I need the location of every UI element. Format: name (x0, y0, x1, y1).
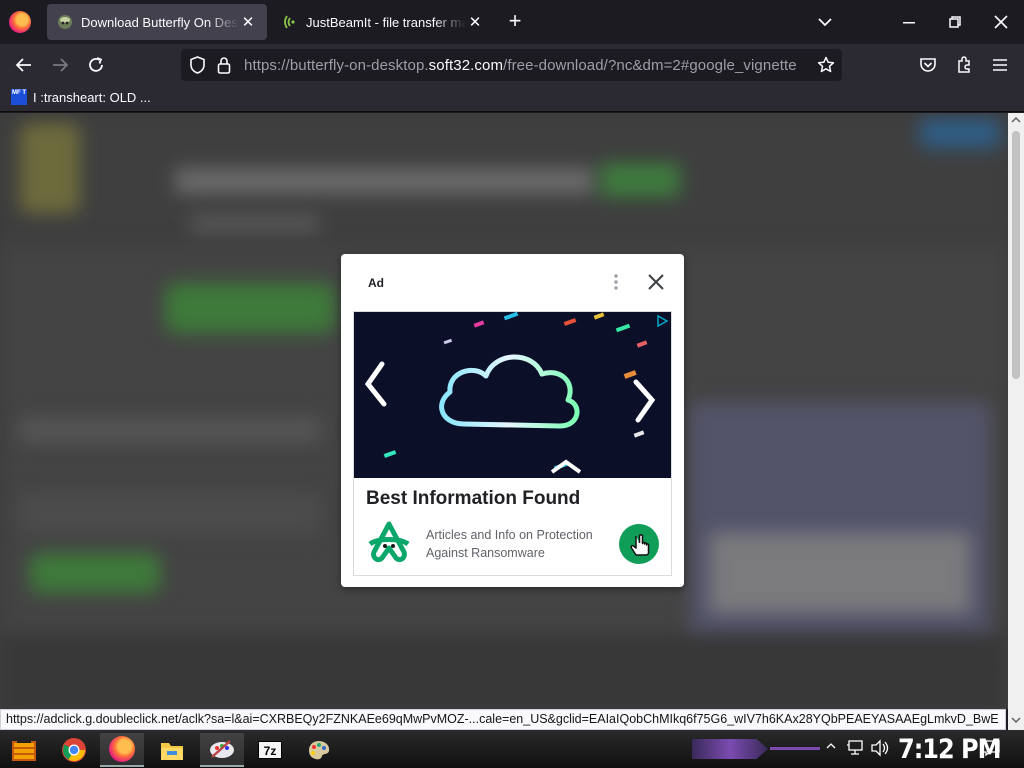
list-all-tabs-icon[interactable] (815, 12, 835, 32)
volume-icon[interactable] (870, 739, 890, 762)
ad-label: Ad (368, 276, 384, 290)
tab-close-icon[interactable]: ✕ (466, 13, 484, 31)
bookmark-star-icon[interactable] (817, 56, 835, 79)
url-suffix: /free-download/?nc&dm=2#google_vignette (503, 57, 797, 74)
7zip-icon[interactable]: 7z (248, 733, 292, 767)
ad-options-menu-icon[interactable] (610, 273, 622, 291)
url-host: soft32.com (428, 57, 504, 74)
tab-close-icon[interactable]: ✕ (239, 13, 257, 31)
ad-headline[interactable]: Best Information Found (366, 488, 580, 510)
show-hidden-icons-icon[interactable] (826, 740, 836, 754)
tab-title: Download Butterfly On Desktop (81, 14, 239, 30)
minimize-icon[interactable] (886, 0, 932, 44)
scroll-down-icon[interactable] (1011, 716, 1021, 724)
page-scrollbar[interactable] (1008, 113, 1024, 730)
bookmark-label: I :transheart: OLD ... (33, 89, 151, 105)
url-bar[interactable]: https://butterfly-on-desktop.soft32.com/… (181, 49, 842, 81)
adchoices-icon[interactable] (655, 314, 669, 333)
butterfly-favicon-icon (57, 14, 73, 30)
app-menu-icon[interactable] (986, 51, 1014, 79)
extensions-icon[interactable] (950, 51, 978, 79)
ad-close-icon[interactable] (645, 271, 667, 293)
justbeamit-favicon-icon (282, 14, 298, 30)
bookmarks-toolbar: MF T I :transheart: OLD ... (0, 86, 1024, 112)
ad-vignette-dialog: Ad Best Information Found Articles and I… (341, 254, 684, 587)
tab-butterfly[interactable]: Download Butterfly On Desktop ✕ (47, 4, 267, 40)
bookmark-item[interactable]: MF T I :transheart: OLD ... (11, 89, 151, 105)
paint-app-icon[interactable] (200, 733, 244, 767)
url-text[interactable]: https://butterfly-on-desktop.soft32.com/… (244, 57, 797, 74)
navigation-toolbar: https://butterfly-on-desktop.soft32.com/… (0, 44, 1024, 86)
tab-title: JustBeamIt - file transfer made easy (306, 14, 466, 30)
palette-icon[interactable] (296, 733, 340, 767)
taskbar-decoration-line (770, 747, 820, 750)
notifications-icon[interactable] (982, 739, 1000, 762)
url-prefix: https://butterfly-on-desktop. (244, 57, 429, 74)
new-tab-icon[interactable]: + (504, 10, 526, 32)
cloud-neon-ad-image[interactable] (354, 312, 671, 478)
bookmark-favicon-icon: MF T (11, 89, 27, 105)
taskbar-decoration (692, 739, 768, 759)
ad-creative[interactable]: Best Information Found Articles and Info… (353, 311, 672, 576)
tab-justbeamit[interactable]: JustBeamIt - file transfer made easy ✕ (272, 4, 494, 40)
scroll-thumb[interactable] (1012, 131, 1020, 379)
network-icon[interactable] (846, 739, 864, 762)
lock-icon[interactable] (217, 56, 231, 79)
back-icon[interactable] (10, 51, 38, 79)
ad-description[interactable]: Articles and Info on Protection Against … (426, 526, 606, 562)
file-explorer-icon[interactable] (150, 733, 194, 767)
status-link-url: https://adclick.g.doubleclick.net/aclk?s… (0, 709, 1006, 730)
firefox-menu-icon[interactable] (9, 11, 31, 33)
ad-cta-button[interactable] (619, 524, 659, 564)
windows-taskbar: 7z 7:12 PM (0, 730, 1024, 768)
ad-logo-icon[interactable] (364, 518, 414, 568)
pocket-icon[interactable] (914, 51, 942, 79)
chrome-icon[interactable] (52, 733, 96, 767)
tab-strip: Download Butterfly On Desktop ✕ JustBeam… (0, 0, 1024, 44)
scroll-up-icon[interactable] (1011, 116, 1021, 124)
firefox-icon[interactable] (100, 733, 144, 767)
restore-icon[interactable] (932, 0, 978, 44)
start-icon[interactable] (2, 733, 46, 767)
tracking-protection-shield-icon[interactable] (189, 56, 206, 79)
close-window-icon[interactable] (978, 0, 1024, 44)
pointer-hand-icon (630, 534, 650, 556)
reload-icon[interactable] (82, 51, 110, 79)
forward-icon[interactable] (46, 51, 74, 79)
